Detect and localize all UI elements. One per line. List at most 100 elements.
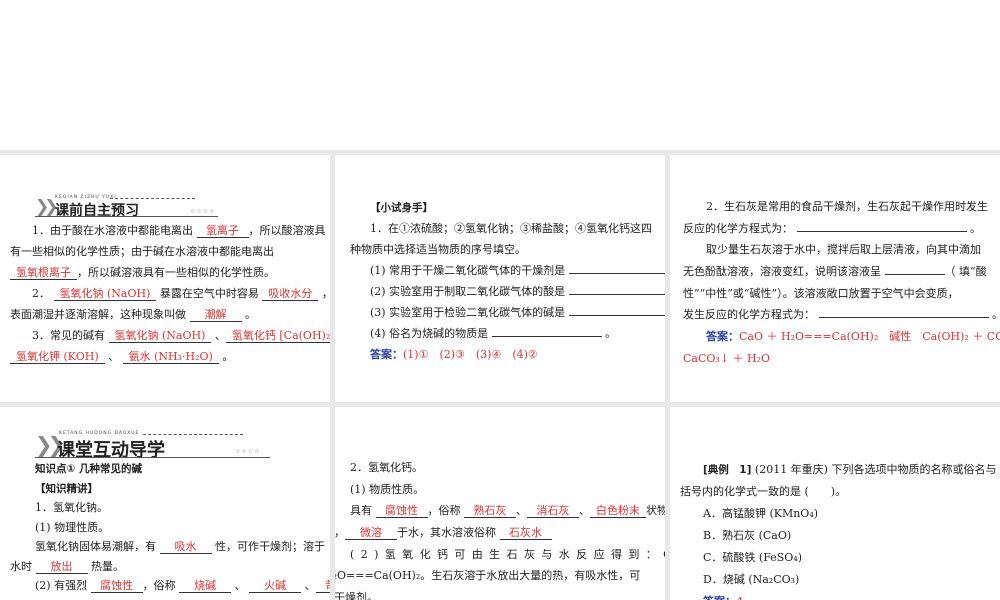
text: 1．在①浓硫酸；②氢氧化钠；③稀盐酸；④氢氧化钙这四 [370,222,652,235]
text: 3．常见的碱有 [32,329,109,342]
text: 表面潮湿并逐渐溶解，这种现象叫做 [10,308,190,321]
section-header: ❯❯ KETANG HUDONG DAOXUE 课堂互动导学 ☆☆☆☆ [35,431,275,461]
text-line: 水时 放出 热量。 [10,557,330,577]
slide-practice[interactable]: 【小试身手】 1．在①浓硫酸；②氢氧化钠；③稀盐酸；④氢氧化钙这四 种物质中选择适当… [335,155,665,402]
text: 。 [218,350,234,363]
text-line: 有一些相似的化学性质；由于碱在水溶液中都能电离出 [10,241,330,262]
blank-answer: 氢氧化钠 (NaOH) [108,329,212,343]
slide-text: 知识点① 几种常见的碱 【知识精讲】 1．氢氧化钠。 (1) 物理性质。 氢氧化钠固体易… [10,459,330,596]
slide-quicklime-question[interactable]: 2．生石灰是常用的食品干燥剂，生石灰起干燥作用时发生 反应的化学方程式为： 。取少… [670,155,1000,402]
text-line: 1．在①浓硫酸；②氢氧化钠；③稀盐酸；④氢氧化钙这四 [350,218,665,239]
blank-answer: 氢离子 [196,224,249,238]
dashed-divider [110,198,195,199]
text-line: 表面潮湿并逐渐溶解，这种现象叫做 潮解 。 [10,304,330,325]
header-underline [35,457,270,458]
blank-answer: 氨水 (NH₃·H₂O) [122,350,219,364]
text-line: 答案：(1)① (2)③ (3)④ (4)② [350,344,665,365]
blank-top-area [0,0,1000,150]
fill-in-blank [568,262,665,274]
bold-heading: 【知识精讲】 [35,482,98,495]
text: 取少量生石灰溶于水中，搅拌后取上层清液，向其中滴加 [706,243,981,257]
text: H₂O===Ca(OH)₂。生石灰溶于水放出大量的热，有吸水性，可 [335,569,641,583]
text: （ 填“酸 [944,265,987,279]
text: 于水，其水溶液俗称 [397,526,500,540]
text-line: 知识点① 几种常见的碱 [10,459,330,479]
text: 。 [989,308,1000,321]
stars-icon: ☆☆☆☆ [190,208,216,215]
slide-calcium-hydroxide[interactable]: 2．氢氧化钙。 (1) 物质性质。 具有 腐蚀性 ，俗称 熟石灰、消石灰、白色粉末 状物… [335,407,665,600]
fill-in-blank [818,306,989,319]
text-line: 氢氧化钾 (KOH) 、 氨水 (NH₃·H₂O) 。 [10,346,330,367]
text: (2) 有强烈 [35,579,91,592]
text: ， [318,287,330,300]
blank-answer: 氢氧根离子 [10,266,77,280]
text-line: (1) 常用于干燥二氧化碳气体的干燥剂是 。 [350,260,665,281]
text: 2． [32,287,54,300]
text-line: (2) 有强烈 腐蚀性，俗称 烧碱 、 火碱 、苛性钠 ， [10,576,330,596]
blank-answer: 微溶 [345,526,397,541]
text: (4) 俗名为烧碱的物质是 [370,327,492,340]
text-line: B．熟石灰 (CaO) [680,525,996,547]
text: (2) 实验室用于制取二氧化碳气体的酸是 [370,285,569,298]
blank-answer: 苛性钠 [315,579,330,593]
text: 。 [601,327,617,340]
fill-in-blank [796,220,967,232]
fill-in-blank [884,263,945,276]
text: 水时 [10,559,36,573]
blank-answer: 腐蚀性 [90,579,143,593]
text-line: 答案：A [680,591,996,600]
text: 、 [231,579,250,592]
text: 、 [211,329,226,342]
slide-example-question[interactable]: [典例 1] (2011 年重庆) 下列各选项中物质的名称或俗名与 括号内的化学式… [670,407,1000,600]
text: D．烧碱 (Na₂CO₃) [703,573,800,586]
text: ，所以碱溶液具有一些相似的化学性质。 [77,266,275,279]
text: ，所以酸溶液具 [248,224,326,237]
text: 、 [301,579,316,592]
answer-label: 答案： [706,330,739,344]
text: 1．由于酸在水溶液中都能电离出 [32,224,197,237]
answer-text: CaCO₃↓ ＋ H₂O [683,351,771,365]
slide-text: 1．由于酸在水溶液中都能电离出 氢离子 ，所以酸溶液具有一些相似的化学性质；由于碱… [10,220,330,367]
fill-in-blank [568,283,665,295]
fill-in-blank [491,325,602,337]
text-line: [典例 1] (2011 年重庆) 下列各选项中物质的名称或俗名与 [680,459,996,481]
text: 、 [104,350,123,363]
text: B．熟石灰 (CaO) [703,529,792,542]
text-line: 氢氧化钠固体易潮解，有 吸水 性，可作干燥剂；溶于 [10,537,330,557]
text-line: C．硫酸铁 (FeSO₄) [680,547,996,569]
blank-answer: 潮解 [189,308,242,322]
text-line: 括号内的化学式一致的是 ( )。 [680,481,996,503]
text-line: 发生反应的化学方程式为： 。 [683,304,1000,326]
text: (1) 常用于干燥二氧化碳气体的干燥剂是 [370,264,569,277]
text: ，俗称 [427,504,464,518]
blank-answer: 消石灰 [527,504,579,519]
text-line: CaCO₃↓ ＋ H₂O [683,348,1000,370]
answer-text: CaO ＋ H₂O===Ca(OH)₂ 碱性 Ca(OH)₂ ＋ CO₂=== [739,330,1000,344]
text-line: A．高锰酸钾 (KMnO₄) [680,503,996,525]
double-chevron-icon: ❯❯ [35,197,58,217]
text: (3) 实验室用于检验二氧化碳气体的碱是 [370,306,569,319]
slide-preview-self-study[interactable]: ❯❯ KEQIAN ZIZHU YUXI 课前自主预习 ☆☆☆☆ 1．由于酸在水… [0,155,330,402]
blank-answer: 氢氧化钠 (NaOH) [53,287,157,301]
blank-answer: 氢氧化钾 (KOH) [10,350,105,364]
text: (2011 年重庆) 下列各选项中物质的名称或俗名与 [751,463,997,476]
text-line: (3) 实验室用于检验二氧化碳气体的碱是 。 [350,302,665,323]
fill-in-blank [568,304,665,316]
section-header: ❯❯ KEQIAN ZIZHU YUXI 课前自主预习 ☆☆☆☆ [35,195,220,219]
text-line: 2．氢氧化钙。 [335,457,665,479]
text-line: (2) 实验室用于制取二氧化碳气体的酸是 。 [350,281,665,302]
slide-classroom-guide[interactable]: ❯❯ KETANG HUDONG DAOXUE 课堂互动导学 ☆☆☆☆ 知识点①… [0,407,330,600]
answer-text: (1)① (2)③ (3)④ (4)② [403,348,538,361]
text-line: 答案：CaO ＋ H₂O===Ca(OH)₂ 碱性 Ca(OH)₂ ＋ CO₂=… [683,326,1000,348]
text: 暴露在空气中时容易 [156,287,263,300]
text: 。 [241,308,256,321]
section-title: 课前自主预习 [55,203,139,219]
text-line: 具有 腐蚀性 ，俗称 熟石灰、消石灰、白色粉末 状物 [335,500,665,522]
text: (1) 物理性质。 [35,520,110,534]
text: (2)氢氧化钙可由生石灰与水反应得到：CaO＋ [350,547,665,561]
slide-text: 2．生石灰是常用的食品干燥剂，生石灰起干燥作用时发生 反应的化学方程式为： 。取少… [683,196,1000,370]
blank-answer: 吸水 [159,540,212,554]
text-line: (2)氢氧化钙可由生石灰与水反应得到：CaO＋ [335,544,665,566]
text: 氢氧化钠固体易潮解，有 [35,540,160,553]
text: 种物质中选择适当物质的序号填空。 [350,243,526,256]
